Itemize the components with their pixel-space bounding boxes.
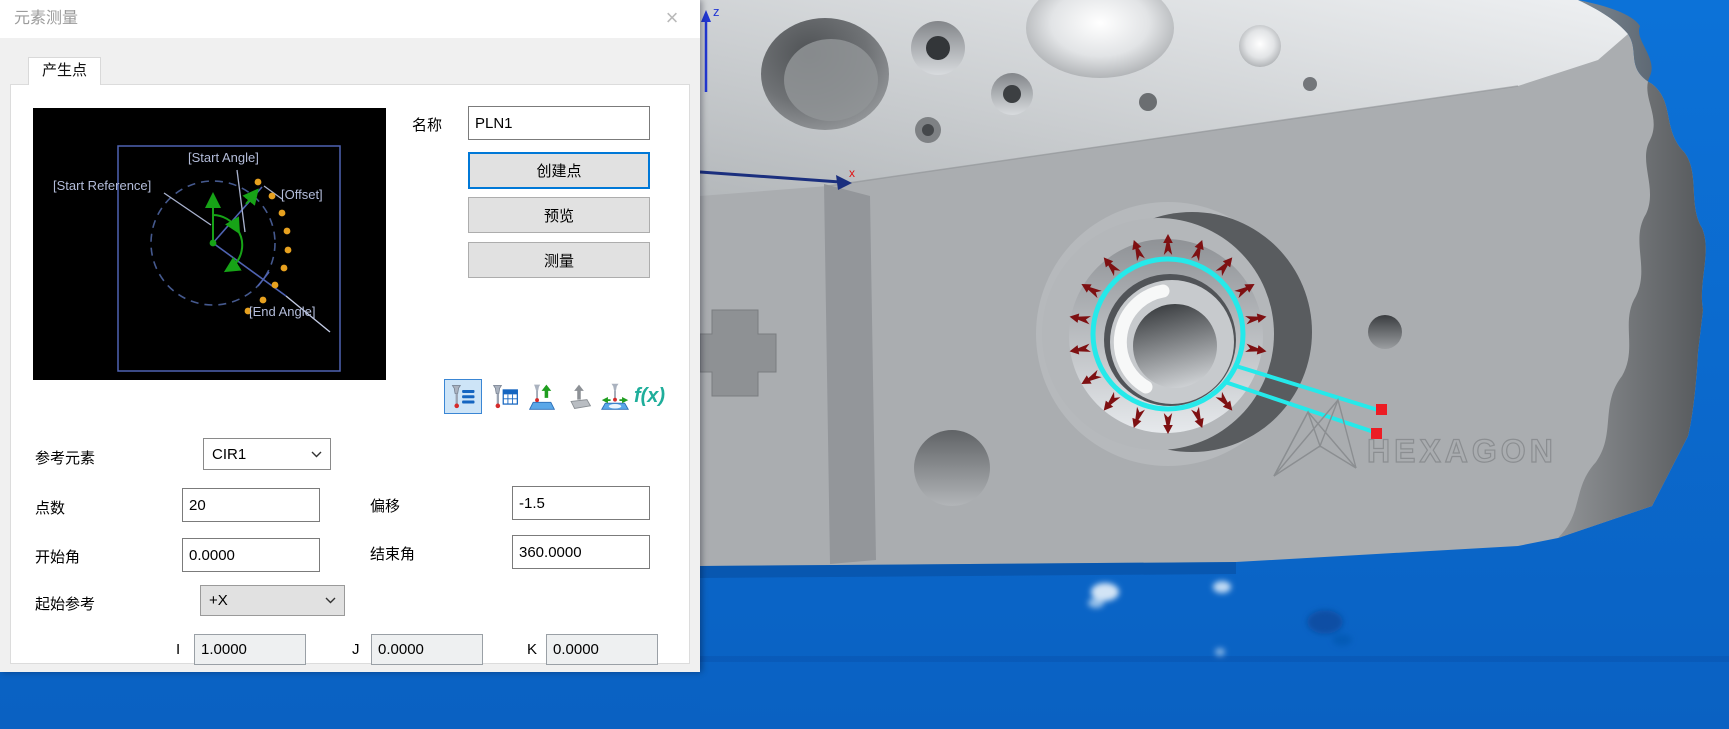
point-count-label: 点数 [35,497,65,518]
probe-table-mode-button[interactable] [487,379,522,414]
preview-label-offset: [Offset] [281,187,323,202]
i-label: I [176,641,180,658]
preview-label-start-angle: [Start Angle] [188,150,259,165]
end-angle-input[interactable] [512,535,650,569]
measure-up-button[interactable] [524,379,559,414]
create-points-button[interactable]: 创建点 [468,152,650,189]
hexagon-logo-text: HEXAGON [1367,433,1557,469]
tab-generate-points[interactable]: 产生点 [28,57,101,85]
end-angle-label: 结束角 [370,543,415,564]
feature-name-input[interactable] [468,106,650,140]
probe-offset-button[interactable] [597,379,632,414]
fx-expression-button[interactable]: f(x) [632,379,667,414]
chevron-down-icon [311,451,322,458]
x-axis-label: x [849,166,855,180]
probe-list-icon [448,382,478,412]
preview-diagram [33,108,386,380]
dialog-title: 元素测量 [14,0,78,38]
selection-handle [1376,404,1387,415]
z-axis-label: z [713,4,720,19]
preview-button[interactable]: 预览 [468,197,650,233]
offset-input[interactable] [512,486,650,520]
probe-up-arrow-icon [527,382,557,412]
probe-table-icon [490,382,520,412]
start-angle-label: 开始角 [35,546,80,567]
point-generation-preview: [Start Angle] [Start Reference] [Offset]… [33,108,386,380]
preview-label-start-reference: [Start Reference] [53,178,151,193]
start-angle-input[interactable] [182,538,320,572]
dialog-titlebar[interactable]: 元素测量 × [0,0,700,38]
start-reference-value: +X [209,592,228,609]
j-vector-input[interactable] [371,634,483,665]
offset-label: 偏移 [370,495,400,516]
fx-icon: f(x) [634,385,665,408]
k-vector-input[interactable] [546,634,658,665]
screen: HEXAGON z x 元素测量 × 产生点 [0,0,1729,729]
probe-move-arrows-icon [600,382,630,412]
measure-button[interactable]: 测量 [468,242,650,278]
retract-button[interactable] [561,379,596,414]
j-label: J [352,641,360,658]
reference-feature-value: CIR1 [212,446,246,463]
k-label: K [527,641,537,658]
start-reference-select[interactable]: +X [200,585,345,616]
machined-part [700,0,1706,578]
probe-list-mode-button[interactable] [444,379,482,414]
floor-line [700,656,1729,662]
close-icon[interactable]: × [658,4,686,32]
preview-label-end-angle: [End Angle] [249,304,316,319]
3d-viewport-canvas[interactable]: HEXAGON z x [700,0,1729,729]
measure-feature-dialog: 元素测量 × 产生点 [0,0,700,672]
tab-label: 产生点 [42,62,87,79]
i-vector-input[interactable] [194,634,306,665]
reference-feature-label: 参考元素 [35,447,95,468]
start-reference-label: 起始参考 [35,593,95,614]
name-label: 名称 [412,114,442,135]
chevron-down-icon [325,597,336,604]
reference-feature-select[interactable]: CIR1 [203,438,331,470]
arrow-up-plate-icon [564,382,594,412]
point-count-input[interactable] [182,488,320,522]
